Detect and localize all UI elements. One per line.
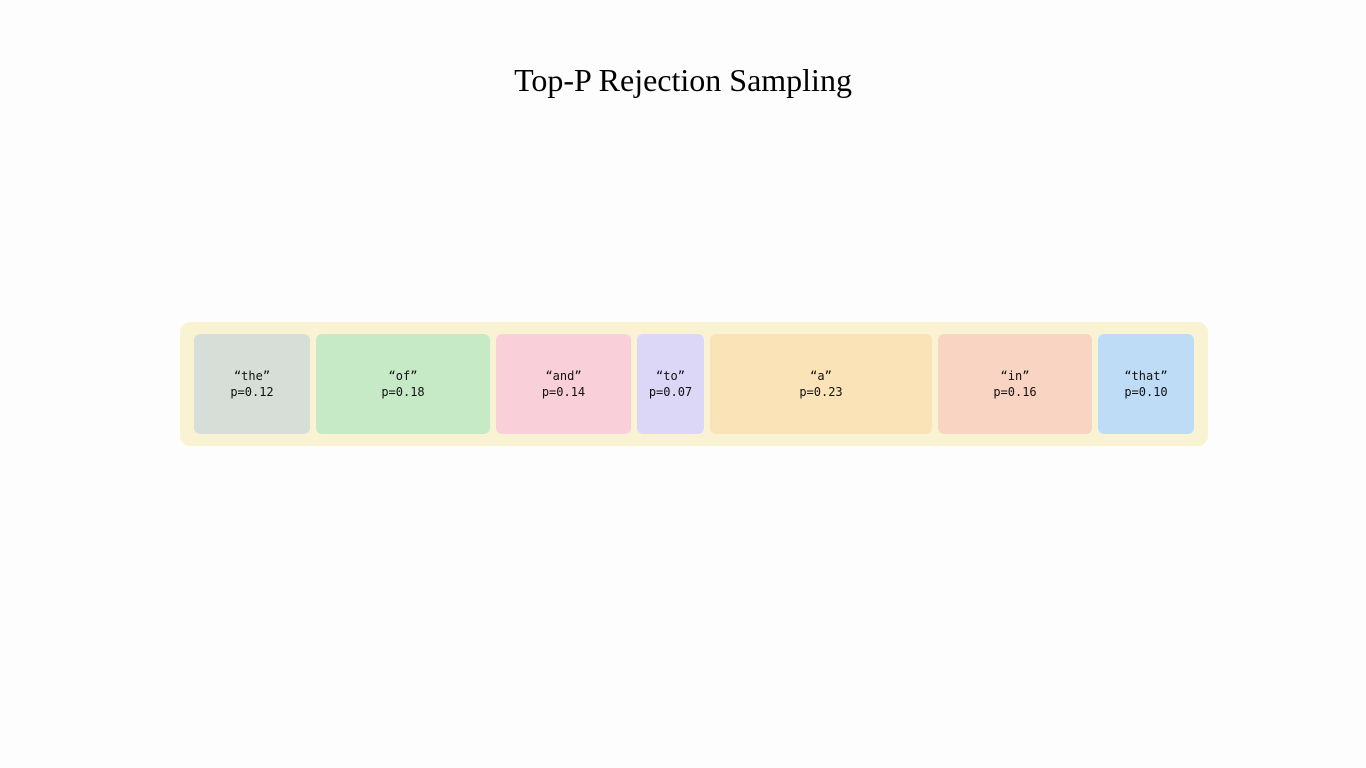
page-title: Top-P Rejection Sampling bbox=[0, 62, 1366, 99]
token-prob: p=0.14 bbox=[542, 384, 585, 400]
token-word: “a” bbox=[810, 368, 832, 384]
token-prob: p=0.10 bbox=[1124, 384, 1167, 400]
token-word: “to” bbox=[656, 368, 685, 384]
token-prob: p=0.07 bbox=[649, 384, 692, 400]
token-prob: p=0.23 bbox=[799, 384, 842, 400]
token-band: “the”p=0.12“of”p=0.18“and”p=0.14“to”p=0.… bbox=[180, 322, 1208, 446]
token-box: “of”p=0.18 bbox=[316, 334, 490, 434]
token-box: “the”p=0.12 bbox=[194, 334, 310, 434]
token-prob: p=0.12 bbox=[230, 384, 273, 400]
token-box: “a”p=0.23 bbox=[710, 334, 932, 434]
token-word: “in” bbox=[1001, 368, 1030, 384]
token-word: “and” bbox=[545, 368, 581, 384]
token-box: “in”p=0.16 bbox=[938, 334, 1092, 434]
token-word: “of” bbox=[389, 368, 418, 384]
token-prob: p=0.18 bbox=[381, 384, 424, 400]
token-box: “that”p=0.10 bbox=[1098, 334, 1194, 434]
token-prob: p=0.16 bbox=[993, 384, 1036, 400]
token-word: “the” bbox=[234, 368, 270, 384]
token-box: “to”p=0.07 bbox=[637, 334, 704, 434]
token-word: “that” bbox=[1124, 368, 1167, 384]
token-box: “and”p=0.14 bbox=[496, 334, 631, 434]
diagram-page: Top-P Rejection Sampling “the”p=0.12“of”… bbox=[0, 0, 1366, 768]
